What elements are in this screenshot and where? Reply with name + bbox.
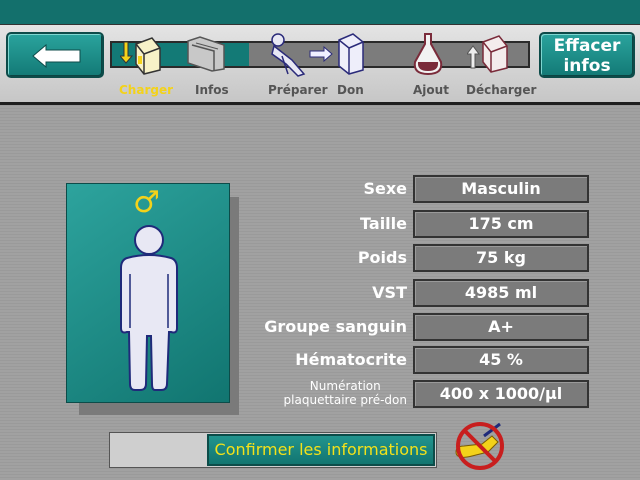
field-value-hematocrite[interactable]: 45 % [413,346,589,374]
arrow-right-icon [309,46,333,62]
step-label-infos: Infos [195,83,229,97]
step-label-decharger: Décharger [466,83,537,97]
donor-figure-panel: ♂ [66,183,230,403]
step-label-don: Don [337,83,364,97]
field-label-hematocrite: Hématocrite [295,350,407,369]
field-label-vst: VST [372,283,407,302]
field-label-taille: Taille [360,214,407,233]
clear-info-button[interactable]: Effacer infos [539,32,635,78]
unload-disposable-icon[interactable] [467,32,511,76]
field-label-groupe-sanguin: Groupe sanguin [264,317,407,336]
confirm-info-button[interactable]: Confirmer les informations [207,434,435,466]
field-value-sexe[interactable]: Masculin [413,175,589,203]
prepare-donor-icon[interactable] [268,32,308,78]
back-arrow-icon [32,44,81,68]
field-value-numeration-plaquettaire[interactable]: 400 x 1000/µl [413,380,589,408]
field-label-numeration-plaquettaire: Numération plaquettaire pré-don [283,379,407,407]
add-bag-icon[interactable] [411,32,445,78]
field-value-taille[interactable]: 175 cm [413,210,589,238]
step-label-charger: Charger [119,83,174,97]
field-value-vst[interactable]: 4985 ml [413,279,589,307]
donation-icon[interactable] [333,32,367,76]
field-value-groupe-sanguin[interactable]: A+ [413,313,589,341]
step-label-preparer: Préparer [268,83,328,97]
step-label-ajout: Ajout [413,83,449,97]
no-arm-connected-icon [455,422,504,470]
field-label-poids: Poids [357,248,407,267]
field-label-sexe: Sexe [363,179,407,198]
donor-body-icon [120,225,178,391]
title-bar [0,0,640,24]
back-button[interactable] [6,32,104,78]
male-symbol-icon: ♂ [133,185,160,220]
field-value-poids[interactable]: 75 kg [413,244,589,272]
toolbar-divider [0,102,640,105]
load-disposable-icon[interactable] [120,34,164,76]
info-folder-icon[interactable] [184,35,230,73]
